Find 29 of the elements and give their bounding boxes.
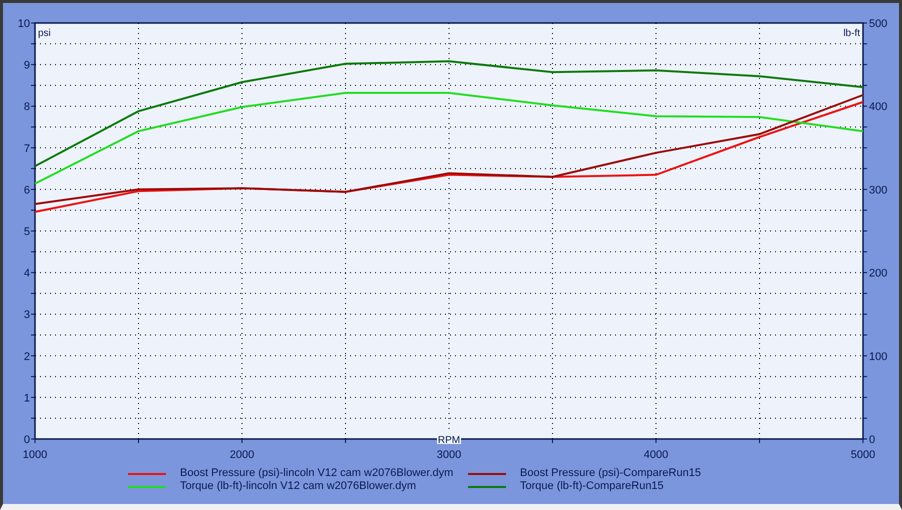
axis-tick-label: 5: [24, 226, 30, 238]
axis-tick-label: 100: [869, 350, 888, 363]
axis-tick-label: 9: [24, 60, 30, 72]
legend-label: Boost Pressure (psi)-CompareRun15: [520, 467, 701, 480]
axis-title: RPM: [438, 435, 460, 446]
axis-tick-label: 300: [869, 184, 888, 196]
legend-label: Torque (lb-ft)-lincoln V12 cam w2076Blower.dym: [180, 480, 416, 493]
axis-tick-label: 4: [24, 268, 30, 280]
axis-tick-label: 0: [869, 434, 876, 446]
axis-tick-label: 2: [24, 350, 30, 363]
legend-label: Boost Pressure (psi)-lincoln V12 cam w2076Blower.dym: [180, 467, 454, 480]
axis-tick-label: 0: [24, 434, 30, 446]
axis-tick-label: 6: [24, 184, 30, 196]
axis-tick-label: 5000: [850, 449, 876, 461]
axis-tick-label: 200: [869, 268, 888, 280]
axis-unit-label: lb-ft: [843, 28, 860, 39]
axis-tick-label: 1000: [22, 449, 48, 461]
axis-tick-label: 1: [24, 392, 30, 404]
axis-tick-label: 7: [24, 142, 30, 155]
legend-label: Torque (lb-ft)-CompareRun15: [520, 480, 664, 493]
axis-tick-label: 8: [24, 101, 30, 114]
axis-tick-label: 4000: [644, 449, 668, 461]
axis-tick-label: 10: [18, 18, 30, 30]
axis-tick-label: 3000: [436, 449, 462, 461]
axis-tick-label: 3: [24, 309, 30, 322]
axis-tick-label: 2000: [230, 449, 254, 461]
axis-tick-label: 400: [869, 101, 888, 114]
axis-tick-label: 500: [869, 18, 888, 30]
axis-unit-label: psi: [38, 28, 51, 39]
